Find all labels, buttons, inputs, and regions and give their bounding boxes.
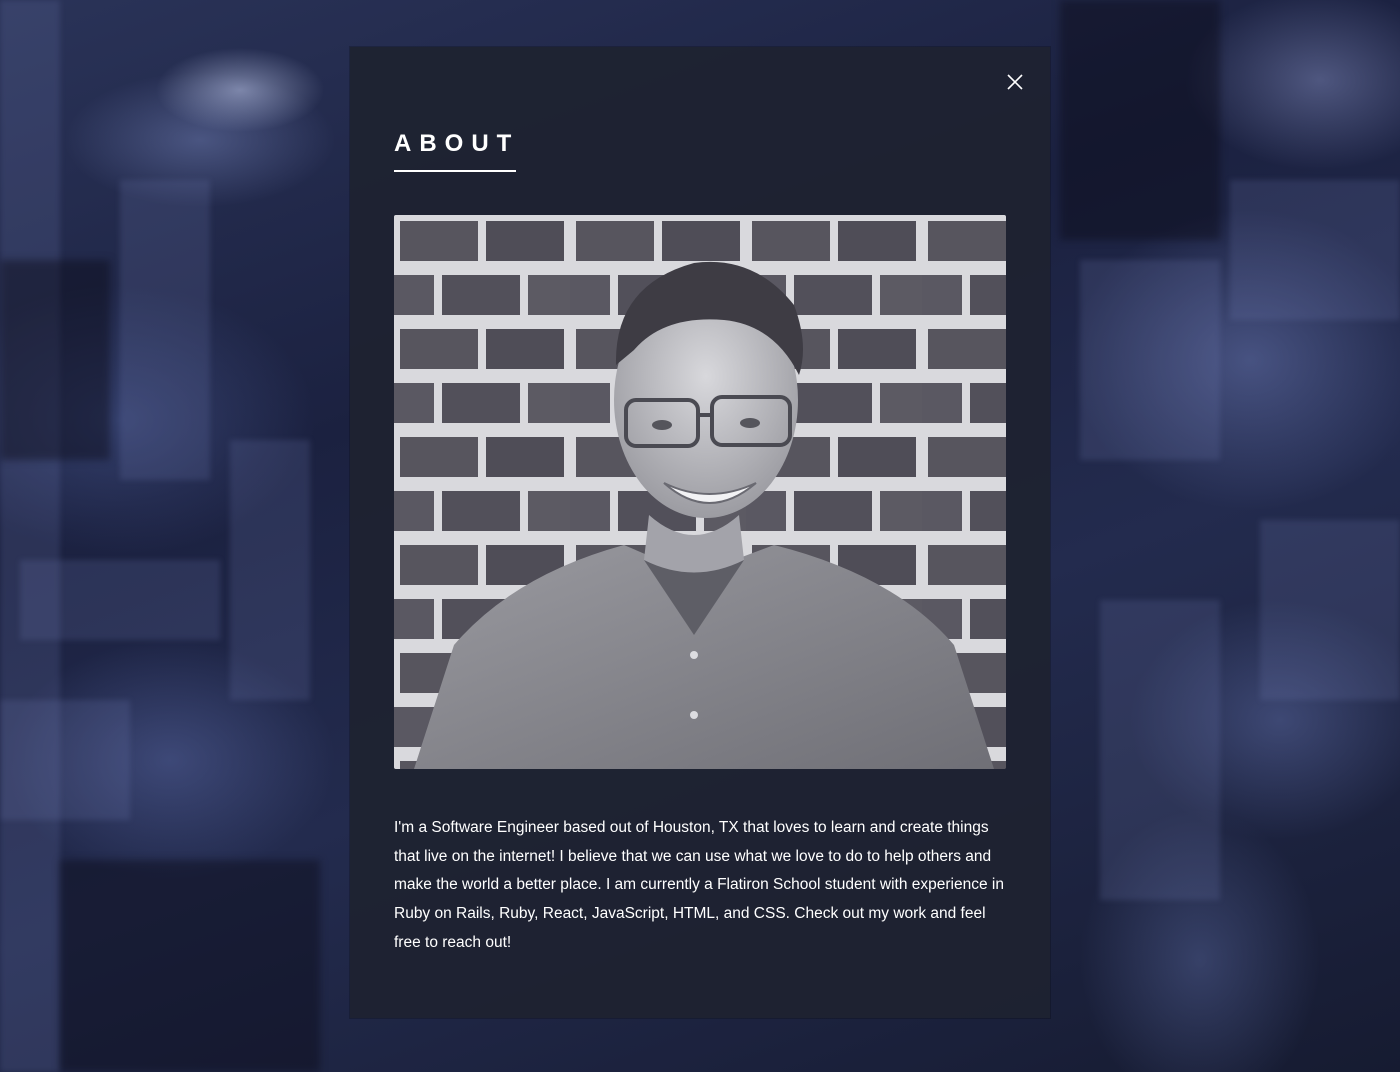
bio-text: I'm a Software Engineer based out of Hou… bbox=[394, 819, 1004, 951]
profile-photo bbox=[394, 215, 1006, 769]
title-underline bbox=[394, 170, 516, 172]
modal-title: ABOUT bbox=[394, 130, 520, 157]
close-button[interactable] bbox=[1002, 69, 1028, 95]
close-icon[interactable] bbox=[1002, 69, 1028, 95]
about-modal: ABOUT I'm a Software Engineer based out … bbox=[350, 47, 1050, 1018]
